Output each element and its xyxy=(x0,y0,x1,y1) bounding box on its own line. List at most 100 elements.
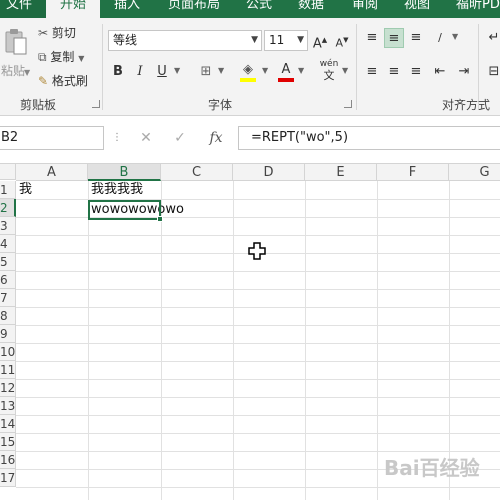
fill-color-button[interactable]: ◈ xyxy=(238,60,258,82)
formula-input[interactable]: =REPT("wo",5) xyxy=(238,126,500,150)
more-options-icon[interactable]: ⋮ xyxy=(112,132,122,143)
column-header-d[interactable]: D xyxy=(233,164,305,181)
row-header[interactable]: 9 xyxy=(0,325,16,343)
column-header-a[interactable]: A xyxy=(16,164,88,181)
insert-function-button[interactable]: fx xyxy=(204,126,228,150)
row-header[interactable]: 3 xyxy=(0,217,16,235)
fill-color-swatch xyxy=(240,78,256,82)
grow-font-button[interactable]: A▲ xyxy=(310,30,330,52)
paste-label[interactable]: 粘贴 xyxy=(1,62,25,79)
fill-handle[interactable] xyxy=(157,216,163,222)
orientation-icon[interactable]: ∕ xyxy=(430,28,450,48)
watermark-logo: Bai百经验 xyxy=(384,456,480,480)
column-header-g[interactable]: G xyxy=(449,164,500,181)
cell-b1[interactable]: 我我我我 xyxy=(91,181,143,199)
ribbon-tab-strip: 文件 开始 插入 页面布局 公式 数据 审阅 视图 福昕PDF xyxy=(0,0,500,18)
tab-review[interactable]: 审阅 xyxy=(352,0,378,18)
gridline xyxy=(16,397,500,398)
increase-indent-icon[interactable]: ⇥ xyxy=(454,62,474,82)
merge-cells-icon[interactable]: ⊟ xyxy=(484,62,500,82)
row-header[interactable]: 15 xyxy=(0,433,16,451)
wrap-text-icon[interactable]: ↵ xyxy=(484,28,500,48)
row-header[interactable]: 2 xyxy=(0,199,16,217)
orientation-dropdown-icon[interactable]: ▼ xyxy=(452,32,458,41)
bold-button[interactable]: B xyxy=(108,62,128,82)
copy-button[interactable]: ⧉ 复制 ▼ xyxy=(38,48,84,65)
gridline xyxy=(16,361,500,362)
align-center-icon[interactable]: ≡ xyxy=(384,62,404,82)
confirm-entry-button[interactable]: ✓ xyxy=(168,126,192,150)
phonetic-label: wén xyxy=(319,59,339,69)
shrink-font-icon: A xyxy=(335,36,344,50)
fill-dropdown-icon[interactable]: ▼ xyxy=(262,66,268,75)
row-header[interactable]: 17 xyxy=(0,469,16,487)
column-header-f[interactable]: F xyxy=(377,164,449,181)
font-color-icon: A xyxy=(281,62,291,77)
row-header[interactable]: 11 xyxy=(0,361,16,379)
decrease-indent-icon[interactable]: ⇤ xyxy=(430,62,450,82)
gridline xyxy=(16,235,500,236)
paste-icon[interactable] xyxy=(4,28,28,56)
gridline xyxy=(16,487,500,488)
cancel-entry-button[interactable]: ✕ xyxy=(134,126,158,150)
gridline xyxy=(16,343,500,344)
gridline xyxy=(16,415,500,416)
select-all-corner[interactable] xyxy=(0,164,16,180)
clipboard-group-label: 剪贴板 xyxy=(20,98,57,112)
row-header[interactable]: 6 xyxy=(0,271,16,289)
bottom-align-icon[interactable]: ≡ xyxy=(406,28,426,48)
tab-insert[interactable]: 插入 xyxy=(114,0,140,18)
row-header[interactable]: 7 xyxy=(0,289,16,307)
cell-a1[interactable]: 我 xyxy=(19,181,32,199)
name-box[interactable]: B2 xyxy=(0,126,104,150)
border-icon[interactable]: ⊞ xyxy=(196,62,216,82)
underline-button[interactable]: U xyxy=(152,62,172,82)
align-left-icon[interactable]: ≡ xyxy=(362,62,382,82)
clipboard-launcher-icon[interactable] xyxy=(92,100,100,108)
format-painter-button[interactable]: ✎ 格式刷 xyxy=(38,72,88,89)
row-header[interactable]: 14 xyxy=(0,415,16,433)
column-header-e[interactable]: E xyxy=(305,164,377,181)
cut-button[interactable]: ✂ 剪切 xyxy=(38,24,76,41)
tab-data[interactable]: 数据 xyxy=(298,0,324,18)
tab-view[interactable]: 视图 xyxy=(404,0,430,18)
phonetic-button[interactable]: wén 文 xyxy=(316,58,342,82)
grow-font-icon: A xyxy=(312,36,322,52)
gridline xyxy=(16,289,500,290)
chevron-down-icon: ▼ xyxy=(251,35,258,45)
row-header[interactable]: 12 xyxy=(0,379,16,397)
font-color-dropdown-icon[interactable]: ▼ xyxy=(298,66,304,75)
underline-dropdown-icon[interactable]: ▼ xyxy=(174,66,180,75)
gridline xyxy=(16,271,500,272)
font-color-button[interactable]: A xyxy=(276,60,296,82)
row-header[interactable]: 10 xyxy=(0,343,16,361)
column-header-c[interactable]: C xyxy=(161,164,233,181)
tab-foxit-pdf[interactable]: 福昕PDF xyxy=(456,0,500,18)
row-header[interactable]: 5 xyxy=(0,253,16,271)
row-header[interactable]: 8 xyxy=(0,307,16,325)
paste-dropdown-icon[interactable]: ▼ xyxy=(24,68,30,77)
font-size-value: 11 xyxy=(269,33,285,47)
gridline xyxy=(16,307,500,308)
font-launcher-icon[interactable] xyxy=(344,100,352,108)
worksheet-grid[interactable]: A B C D E F G 1 2 3 4 5 6 7 8 9 10 11 12… xyxy=(0,164,500,500)
tab-file[interactable]: 文件 xyxy=(0,0,46,18)
column-header-b[interactable]: B xyxy=(88,164,161,181)
brush-icon: ✎ xyxy=(38,74,49,88)
top-align-icon[interactable]: ≡ xyxy=(362,28,382,48)
font-name-combo[interactable]: 等线 ▼ xyxy=(108,30,262,51)
row-header[interactable]: 16 xyxy=(0,451,16,469)
border-dropdown-icon[interactable]: ▼ xyxy=(218,66,224,75)
tab-home[interactable]: 开始 xyxy=(46,0,100,18)
font-size-combo[interactable]: 11 ▼ xyxy=(264,30,308,51)
phonetic-dropdown-icon[interactable]: ▼ xyxy=(342,66,348,75)
tab-formulas[interactable]: 公式 xyxy=(246,0,272,18)
row-header[interactable]: 4 xyxy=(0,235,16,253)
align-right-icon[interactable]: ≡ xyxy=(406,62,426,82)
italic-button[interactable]: I xyxy=(130,62,150,82)
shrink-font-button[interactable]: A▼ xyxy=(332,30,352,50)
row-header[interactable]: 13 xyxy=(0,397,16,415)
tab-page-layout[interactable]: 页面布局 xyxy=(168,0,220,18)
middle-align-icon[interactable]: ≡ xyxy=(384,28,404,48)
row-header[interactable]: 1 xyxy=(0,181,16,199)
